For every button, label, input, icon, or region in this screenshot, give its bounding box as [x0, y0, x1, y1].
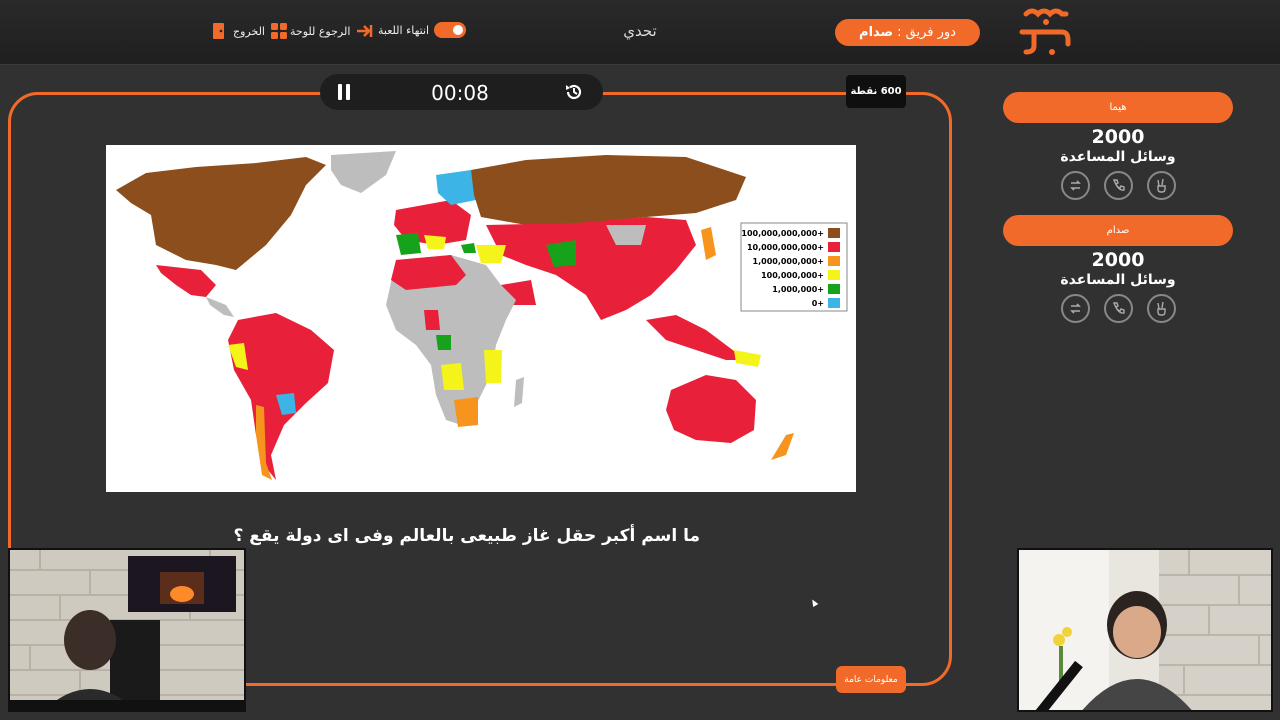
end-game-button[interactable]: انتهاء اللعبة — [378, 22, 467, 38]
back-to-board-label: الرجوع للوحة — [290, 24, 351, 38]
team-score: 2000 — [1091, 126, 1145, 148]
legend-label: 100,000,000,000+ — [741, 229, 824, 238]
legend-swatch — [828, 228, 840, 238]
legend-label: 1,000,000,000+ — [753, 257, 824, 266]
logo — [1019, 8, 1071, 55]
top-bar: دور فريق : صدام تحدي انتهاء اللعبة الرجو… — [0, 0, 1280, 65]
legend-swatch — [828, 298, 840, 308]
webcam-right — [1017, 548, 1273, 712]
team-score: 2000 — [1091, 249, 1145, 271]
legend-label: 10,000,000,000+ — [747, 243, 824, 252]
world-map: 100,000,000,000+ 10,000,000,000+ 1,000,000… — [116, 151, 848, 480]
pause-icon[interactable] — [337, 84, 351, 100]
toggle-icon — [434, 22, 467, 38]
double-answer-icon[interactable] — [1146, 171, 1176, 200]
world-map-image: 100,000,000,000+ 10,000,000,000+ 1,000,000… — [106, 145, 856, 492]
current-turn-pill: دور فريق : صدام — [835, 19, 980, 46]
turn-label: دور فريق : — [897, 25, 956, 40]
legend-label: 0+ — [812, 299, 824, 308]
grid-icon — [271, 23, 287, 39]
team-aids-label: وسائل المساعدة — [1060, 149, 1176, 165]
legend-swatch — [828, 284, 840, 294]
team-aids-label: وسائل المساعدة — [1060, 272, 1176, 288]
category-badge: معلومات عامة — [836, 666, 906, 693]
swap-question-icon[interactable] — [1060, 171, 1090, 200]
door-exit-icon — [213, 23, 224, 39]
timer-bar: 00:08 — [320, 74, 603, 110]
end-game-label: انتهاء اللعبة — [378, 23, 430, 37]
legend-swatch — [828, 242, 840, 252]
timer-display: 00:08 — [431, 81, 489, 105]
turn-team: صدام — [859, 25, 894, 40]
map-legend: 100,000,000,000+ 10,000,000,000+ 1,000,000… — [740, 222, 848, 312]
exit-button[interactable]: الخروج — [210, 22, 288, 40]
phone-call-icon[interactable] — [1103, 294, 1133, 323]
phone-call-icon[interactable] — [1103, 171, 1133, 200]
points-badge: 600 نقطة — [846, 75, 906, 108]
team-name: هيما — [1003, 92, 1233, 123]
legend-label: 1,000,000+ — [772, 285, 824, 294]
legend-swatch — [828, 270, 840, 280]
double-answer-icon[interactable] — [1146, 294, 1176, 323]
exit-label: الخروج — [233, 24, 265, 38]
team-name: صدام — [1003, 215, 1233, 246]
reset-timer-icon[interactable] — [564, 82, 584, 102]
swap-question-icon[interactable] — [1060, 294, 1090, 323]
webcam-left — [8, 548, 246, 712]
arrow-right-icon — [357, 25, 373, 37]
team-panel-2: صدام 2000 وسائل المساعدة — [1003, 215, 1233, 323]
back-to-board-button[interactable]: الرجوع للوحة — [290, 22, 373, 40]
question-text: ما اسم أكبر حقل غاز طبيعى بالعالم وفى اى… — [233, 526, 700, 546]
legend-label: 100,000,000+ — [761, 271, 824, 280]
challenge-label: تحدي — [623, 22, 657, 40]
legend-swatch — [828, 256, 840, 266]
team-panel-1: هيما 2000 وسائل المساعدة — [1003, 92, 1233, 200]
